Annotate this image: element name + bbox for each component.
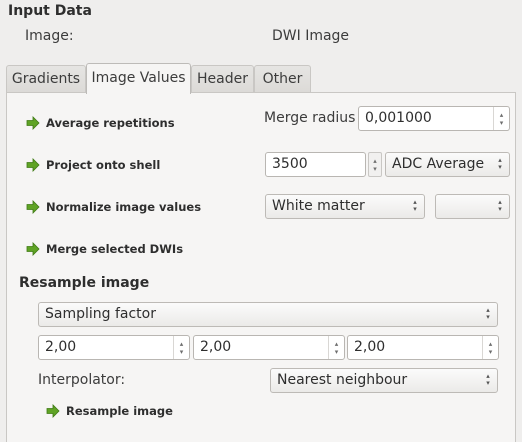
- normalization-reference-select[interactable]: White matter ▴ ▾: [265, 194, 425, 219]
- spin-up-icon[interactable]: ▴: [500, 111, 504, 119]
- spin-up-icon[interactable]: ▴: [335, 340, 339, 348]
- green-arrow-icon: [46, 404, 60, 418]
- merge-radius-label: Merge radius: [264, 110, 356, 126]
- interpolator-value: Nearest neighbour: [277, 372, 408, 388]
- sampling-factor-y-spin-buttons[interactable]: ▴ ▾: [328, 336, 344, 359]
- sampling-factor-y-value: 2,00: [200, 339, 232, 355]
- normalize-image-values-label: Normalize image values: [46, 200, 202, 214]
- merge-selected-dwis-label: Merge selected DWIs: [46, 242, 184, 256]
- average-repetitions-button[interactable]: Average repetitions: [26, 114, 175, 132]
- spin-down-icon[interactable]: ▾: [489, 348, 493, 356]
- image-values-content: Average repetitions Merge radius 0,00100…: [0, 0, 522, 438]
- chevron-updown-icon: ▴ ▾: [498, 156, 502, 171]
- sampling-factor-x-spinbox[interactable]: 2,00 ▴ ▾: [38, 335, 190, 360]
- sampling-factor-z-value: 2,00: [354, 339, 386, 355]
- resample-image-title: Resample image: [19, 275, 150, 291]
- sampling-factor-x-value: 2,00: [45, 339, 77, 355]
- shell-value: 3500: [272, 156, 308, 172]
- sampling-factor-y-spinbox[interactable]: 2,00 ▴ ▾: [193, 335, 345, 360]
- sampling-factor-z-spin-buttons[interactable]: ▴ ▾: [482, 336, 498, 359]
- merge-selected-dwis-button[interactable]: Merge selected DWIs: [26, 240, 183, 258]
- shell-value-spin-buttons[interactable]: ▴ ▾: [368, 152, 382, 177]
- project-onto-shell-button[interactable]: Project onto shell: [26, 156, 160, 174]
- resample-image-button[interactable]: Resample image: [46, 402, 173, 420]
- sampling-factor-z-spinbox[interactable]: 2,00 ▴ ▾: [347, 335, 499, 360]
- project-onto-shell-label: Project onto shell: [46, 158, 161, 172]
- spin-down-icon[interactable]: ▾: [180, 348, 184, 356]
- projection-method-select[interactable]: ADC Average ▴ ▾: [385, 152, 510, 177]
- green-arrow-icon: [26, 158, 40, 172]
- normalization-reference-value: White matter: [272, 198, 365, 214]
- spin-up-icon[interactable]: ▴: [180, 340, 184, 348]
- spin-down-icon[interactable]: ▾: [500, 119, 504, 127]
- projection-method-value: ADC Average: [392, 156, 485, 172]
- spin-up-icon[interactable]: ▴: [373, 157, 377, 165]
- resample-image-label: Resample image: [66, 404, 173, 418]
- merge-radius-spinbox[interactable]: 0,001000 ▴ ▾: [358, 106, 510, 131]
- sampling-factor-x-spin-buttons[interactable]: ▴ ▾: [173, 336, 189, 359]
- average-repetitions-label: Average repetitions: [46, 116, 175, 130]
- shell-value-input[interactable]: 3500: [265, 152, 366, 177]
- interpolator-label: Interpolator:: [38, 372, 126, 388]
- spin-down-icon[interactable]: ▾: [335, 348, 339, 356]
- green-arrow-icon: [26, 200, 40, 214]
- merge-radius-spin-buttons[interactable]: ▴ ▾: [493, 107, 509, 130]
- chevron-updown-icon: ▴ ▾: [486, 306, 490, 321]
- green-arrow-icon: [26, 116, 40, 130]
- normalization-secondary-select[interactable]: ▴ ▾: [435, 194, 510, 219]
- chevron-updown-icon: ▴ ▾: [413, 198, 417, 213]
- normalize-image-values-button[interactable]: Normalize image values: [26, 198, 201, 216]
- spin-down-icon[interactable]: ▾: [373, 165, 377, 173]
- interpolator-select[interactable]: Nearest neighbour ▴ ▾: [270, 368, 498, 393]
- chevron-updown-icon: ▴ ▾: [498, 198, 502, 213]
- merge-radius-value: 0,001000: [365, 110, 432, 126]
- resample-mode-value: Sampling factor: [45, 306, 156, 322]
- resample-mode-select[interactable]: Sampling factor ▴ ▾: [38, 302, 498, 327]
- green-arrow-icon: [26, 242, 40, 256]
- spin-up-icon[interactable]: ▴: [489, 340, 493, 348]
- chevron-updown-icon: ▴ ▾: [486, 372, 490, 387]
